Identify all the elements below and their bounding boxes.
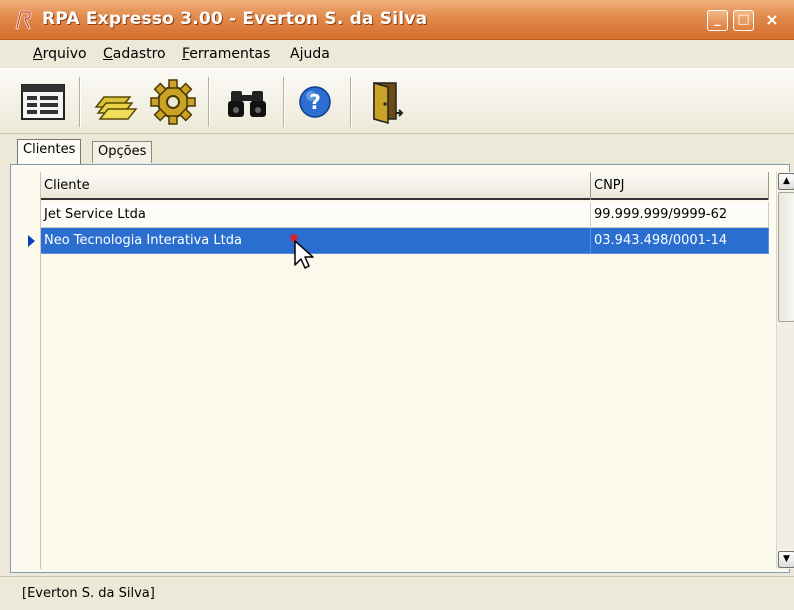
menu-bar: Arquivo Cadastro Ferramentas Ajuda <box>0 41 794 67</box>
help-icon[interactable]: ? <box>290 77 340 127</box>
status-bar: [Everton S. da Silva] <box>0 576 794 610</box>
tab-strip: Clientes Opções <box>0 138 794 164</box>
close-button[interactable]: × <box>759 10 785 31</box>
table-row[interactable]: Jet Service Ltda 99.999.999/9999-62 <box>41 202 769 228</box>
toolbar-separator <box>79 77 81 127</box>
cell-cliente: Jet Service Ltda <box>41 202 591 228</box>
column-header-cliente[interactable]: Cliente <box>41 172 591 200</box>
clients-panel: Cliente CNPJ Jet Service Ltda 99.999.999… <box>10 164 794 573</box>
cell-cnpj: 03.943.498/0001-14 <box>591 228 769 254</box>
scroll-up-button[interactable]: ▲ <box>778 173 794 190</box>
gear-icon[interactable] <box>148 77 198 127</box>
app-window: RPA Expresso 3.00 - Everton S. da Silva … <box>0 0 794 610</box>
toolbar: ? <box>0 68 794 134</box>
cell-cnpj: 99.999.999/9999-62 <box>591 202 769 228</box>
form-window-icon[interactable] <box>18 77 68 127</box>
minimize-button[interactable]: _ <box>707 10 728 31</box>
binoculars-icon[interactable] <box>222 77 272 127</box>
stacked-folders-icon[interactable] <box>92 77 142 127</box>
row-indicator-column <box>25 172 41 569</box>
exit-door-icon[interactable] <box>364 77 414 127</box>
current-row-arrow-icon <box>28 235 35 247</box>
maximize-button[interactable]: □ <box>733 10 754 31</box>
tab-clientes[interactable]: Clientes <box>17 139 82 164</box>
menu-cadastro[interactable]: Cadastro <box>103 46 166 62</box>
grid-header: Cliente CNPJ <box>41 172 769 200</box>
menu-ferramentas[interactable]: Ferramentas <box>182 46 270 62</box>
vertical-scrollbar[interactable]: ▲ ▼ <box>776 172 794 569</box>
cell-cliente: Neo Tecnologia Interativa Ltda <box>41 228 591 254</box>
tab-opcoes[interactable]: Opções <box>92 141 153 163</box>
toolbar-separator <box>350 77 352 127</box>
menu-ajuda[interactable]: Ajuda <box>290 46 330 62</box>
app-logo-icon <box>15 10 32 30</box>
clients-grid[interactable]: Cliente CNPJ Jet Service Ltda 99.999.999… <box>25 172 769 569</box>
status-user: [Everton S. da Silva] <box>22 586 155 601</box>
window-title: RPA Expresso 3.00 - Everton S. da Silva <box>42 9 428 29</box>
scroll-track[interactable] <box>778 192 794 549</box>
scroll-thumb[interactable] <box>778 192 794 322</box>
table-row-selected[interactable]: Neo Tecnologia Interativa Ltda 03.943.49… <box>41 228 769 254</box>
title-bar[interactable]: RPA Expresso 3.00 - Everton S. da Silva … <box>0 0 794 40</box>
toolbar-separator <box>208 77 210 127</box>
svg-text:?: ? <box>309 90 321 114</box>
column-header-cnpj[interactable]: CNPJ <box>591 172 769 200</box>
toolbar-separator <box>283 77 285 127</box>
scroll-down-button[interactable]: ▼ <box>778 551 794 568</box>
menu-arquivo[interactable]: Arquivo <box>33 46 87 62</box>
